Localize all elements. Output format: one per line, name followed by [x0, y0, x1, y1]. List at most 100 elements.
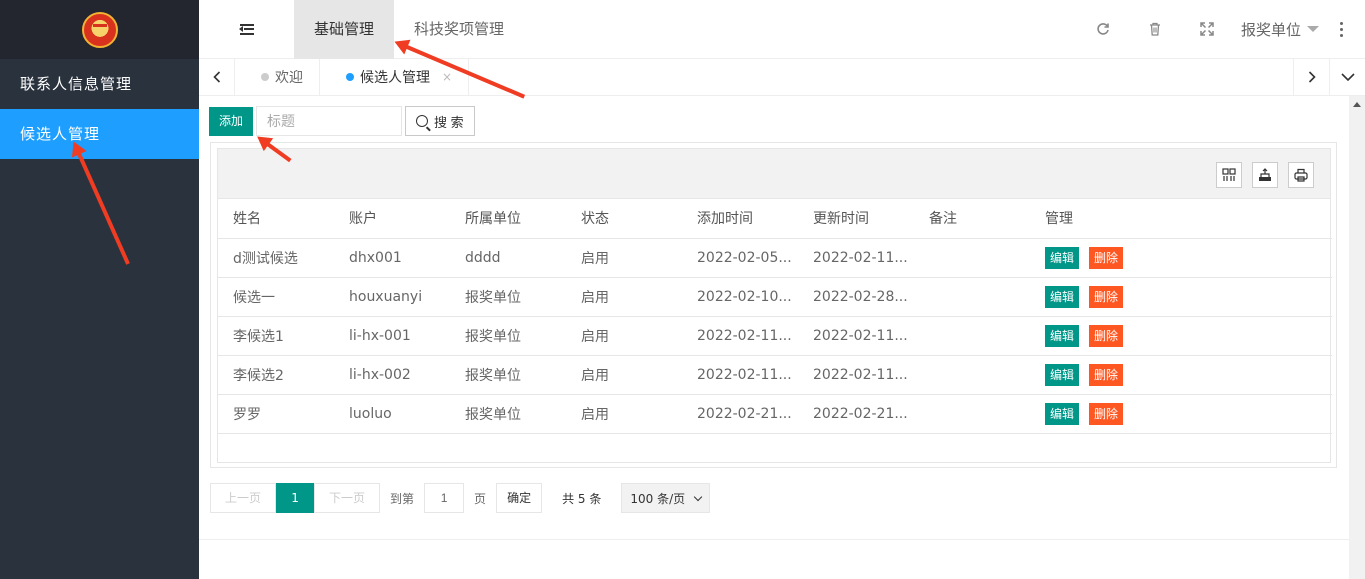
divider	[199, 539, 1349, 540]
current-page-button[interactable]: 1	[276, 483, 315, 513]
search-input[interactable]	[256, 106, 403, 136]
column-header: 姓名	[218, 199, 334, 239]
cell-actions: 编辑 删除	[1030, 316, 1332, 356]
print-button[interactable]	[1288, 162, 1314, 188]
tab-basic-management[interactable]: 基础管理	[294, 0, 395, 59]
columns-button[interactable]	[1216, 162, 1242, 188]
edit-button[interactable]: 编辑	[1045, 363, 1080, 386]
cell-updated: 2022-02-28...	[798, 277, 914, 317]
cell-added: 2022-02-05...	[682, 238, 798, 278]
delete-row-button[interactable]: 删除	[1089, 402, 1124, 425]
refresh-icon	[1097, 23, 1109, 35]
pagination: 上一页 1 下一页 到第 页 确定 共 5 条 100 条/页	[210, 483, 711, 513]
delete-row-button[interactable]: 删除	[1089, 324, 1124, 347]
cell-status: 启用	[566, 277, 682, 317]
delete-row-button[interactable]: 删除	[1089, 246, 1124, 269]
cell-added: 2022-02-11...	[682, 355, 798, 395]
cell-unit: 报奖单位	[450, 394, 566, 434]
cell-status: 启用	[566, 394, 682, 434]
goto-label: 到第	[390, 491, 415, 506]
table-row: 罗罗 luoluo 报奖单位 启用 2022-02-21... 2022-02-…	[218, 394, 1332, 434]
edit-button[interactable]: 编辑	[1045, 402, 1080, 425]
cell-actions: 编辑 删除	[1030, 394, 1332, 434]
main-content: 添加 搜 索	[199, 96, 1349, 539]
close-icon[interactable]: ×	[442, 70, 452, 84]
column-header: 账户	[334, 199, 450, 239]
scrollbar[interactable]	[1349, 96, 1365, 579]
cell-added: 2022-02-10...	[682, 277, 798, 317]
fold-menu-button[interactable]	[199, 0, 294, 59]
prev-page-button[interactable]: 上一页	[210, 483, 277, 513]
tabs-scroll-left[interactable]	[199, 59, 235, 95]
confirm-page-button[interactable]: 确定	[496, 483, 543, 513]
search-icon	[416, 115, 429, 127]
cell-actions: 编辑 删除	[1030, 238, 1332, 278]
chevron-down-icon	[1340, 73, 1355, 81]
cell-account: luoluo	[334, 394, 450, 434]
tab-status-dot	[261, 73, 269, 81]
scroll-up-icon[interactable]	[1349, 96, 1365, 112]
cell-updated: 2022-02-21...	[798, 394, 914, 434]
user-menu[interactable]: 报奖单位	[1233, 19, 1331, 40]
chevron-left-icon	[212, 71, 220, 83]
cell-note	[914, 394, 1030, 434]
page-tab-welcome[interactable]: 欢迎	[235, 59, 320, 95]
sidebar-item-contacts[interactable]: 联系人信息管理	[0, 59, 199, 109]
cell-added: 2022-02-21...	[682, 394, 798, 434]
add-button[interactable]: 添加	[209, 106, 254, 136]
search-button[interactable]: 搜 索	[405, 106, 475, 136]
cell-account: dhx001	[334, 238, 450, 278]
chevron-right-icon	[1308, 71, 1316, 83]
column-header: 添加时间	[682, 199, 798, 239]
page-tab-label: 欢迎	[275, 70, 303, 86]
cell-unit: dddd	[450, 238, 566, 278]
trash-icon	[1149, 22, 1160, 36]
cell-unit: 报奖单位	[450, 277, 566, 317]
cell-unit: 报奖单位	[450, 355, 566, 395]
sidebar-item-candidates[interactable]: 候选人管理	[0, 109, 199, 159]
more-icon[interactable]	[1331, 21, 1351, 37]
table-header-row: 姓名 账户 所属单位 状态 添加时间 更新时间 备注 管理	[218, 199, 1332, 239]
edit-button[interactable]: 编辑	[1045, 246, 1080, 269]
tabs-scroll-right[interactable]	[1293, 59, 1329, 95]
search-button-label: 搜 索	[434, 114, 464, 130]
fold-menu-icon	[238, 23, 254, 35]
delete-row-button[interactable]: 删除	[1089, 363, 1124, 386]
cell-updated: 2022-02-11...	[798, 238, 914, 278]
cell-account: li-hx-001	[334, 316, 450, 356]
print-icon	[1294, 168, 1308, 182]
next-page-button[interactable]: 下一页	[314, 483, 381, 513]
export-button[interactable]	[1252, 162, 1278, 188]
refresh-button[interactable]	[1077, 0, 1129, 59]
page-tab-label: 候选人管理	[360, 70, 430, 86]
goto-page-input[interactable]	[424, 483, 465, 513]
edit-button[interactable]: 编辑	[1045, 285, 1080, 308]
delete-button[interactable]	[1129, 0, 1181, 59]
fullscreen-button[interactable]	[1181, 0, 1233, 59]
table-toolbar	[218, 149, 1330, 199]
cell-name: 李候选1	[218, 316, 334, 356]
page-size-select[interactable]: 100 条/页	[621, 483, 711, 513]
cell-status: 启用	[566, 355, 682, 395]
header-actions: 报奖单位	[1077, 0, 1365, 59]
table-row: 候选一 houxuanyi 报奖单位 启用 2022-02-10... 2022…	[218, 277, 1332, 317]
column-header: 备注	[914, 199, 1030, 239]
tabs-dropdown[interactable]	[1329, 59, 1365, 95]
delete-row-button[interactable]: 删除	[1089, 285, 1124, 308]
cell-note	[914, 355, 1030, 395]
total-count: 共 5 条	[562, 491, 602, 506]
cell-name: 李候选2	[218, 355, 334, 395]
logo	[81, 11, 118, 48]
edit-button[interactable]: 编辑	[1045, 324, 1080, 347]
sidebar: 联系人信息管理 候选人管理	[0, 0, 199, 579]
column-header: 所属单位	[450, 199, 566, 239]
user-label: 报奖单位	[1240, 20, 1301, 39]
cell-added: 2022-02-11...	[682, 316, 798, 356]
column-header: 状态	[566, 199, 682, 239]
column-header: 更新时间	[798, 199, 914, 239]
page-tabbar: 欢迎 候选人管理 ×	[199, 59, 1365, 96]
cell-name: 候选一	[218, 277, 334, 317]
fullscreen-icon	[1200, 22, 1214, 36]
columns-icon	[1222, 168, 1236, 181]
logo-area	[0, 0, 199, 59]
